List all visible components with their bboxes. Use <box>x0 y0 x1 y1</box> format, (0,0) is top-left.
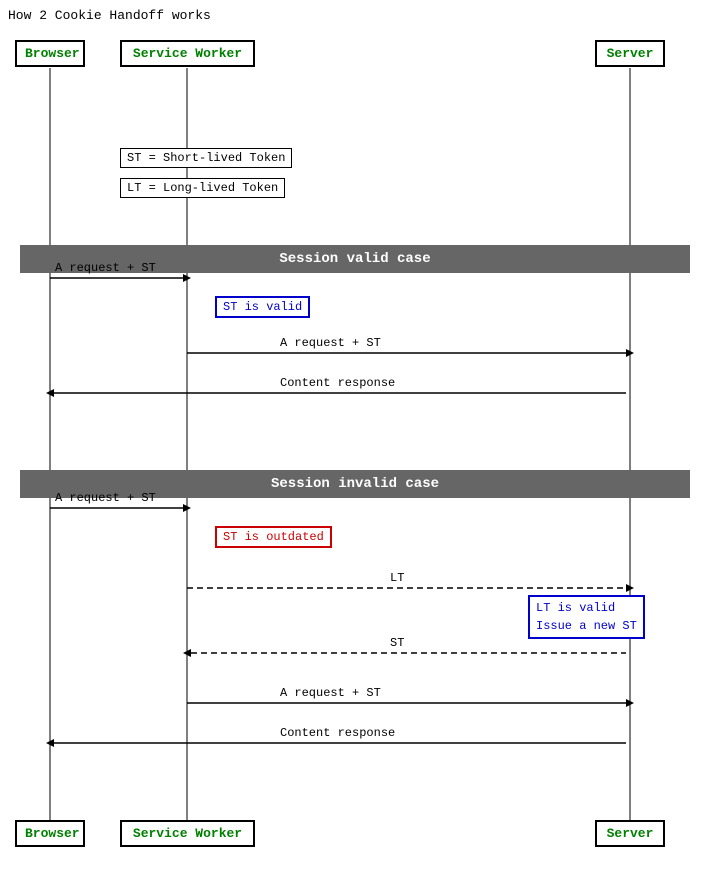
st-valid-note: ST is valid <box>215 296 310 318</box>
sw-actor-bottom: Service Worker <box>120 820 255 847</box>
sw-actor-top: Service Worker <box>120 40 255 67</box>
server-actor-top: Server <box>595 40 665 67</box>
lt-arrow-label: LT <box>390 571 404 585</box>
arrows-svg <box>0 0 710 872</box>
browser-actor-top: Browser <box>15 40 85 67</box>
browser-actor-bottom: Browser <box>15 820 85 847</box>
server-actor-bottom: Server <box>595 820 665 847</box>
request-st-invalid-sw: A request + ST <box>280 686 381 700</box>
st-outdated-note: ST is outdated <box>215 526 332 548</box>
st-definition: ST = Short-lived Token <box>120 148 292 168</box>
lt-valid-note: LT is validIssue a new ST <box>528 595 645 639</box>
st-arrow-label: ST <box>390 636 404 650</box>
request-st-valid-browser: A request + ST <box>55 261 156 275</box>
diagram-title: How 2 Cookie Handoff works <box>8 8 211 23</box>
request-st-valid-sw: A request + ST <box>280 336 381 350</box>
content-response-invalid: Content response <box>280 726 395 740</box>
lt-definition: LT = Long-lived Token <box>120 178 285 198</box>
diagram: How 2 Cookie Handoff works <box>0 0 710 872</box>
request-st-invalid-browser: A request + ST <box>55 491 156 505</box>
content-response-valid: Content response <box>280 376 395 390</box>
